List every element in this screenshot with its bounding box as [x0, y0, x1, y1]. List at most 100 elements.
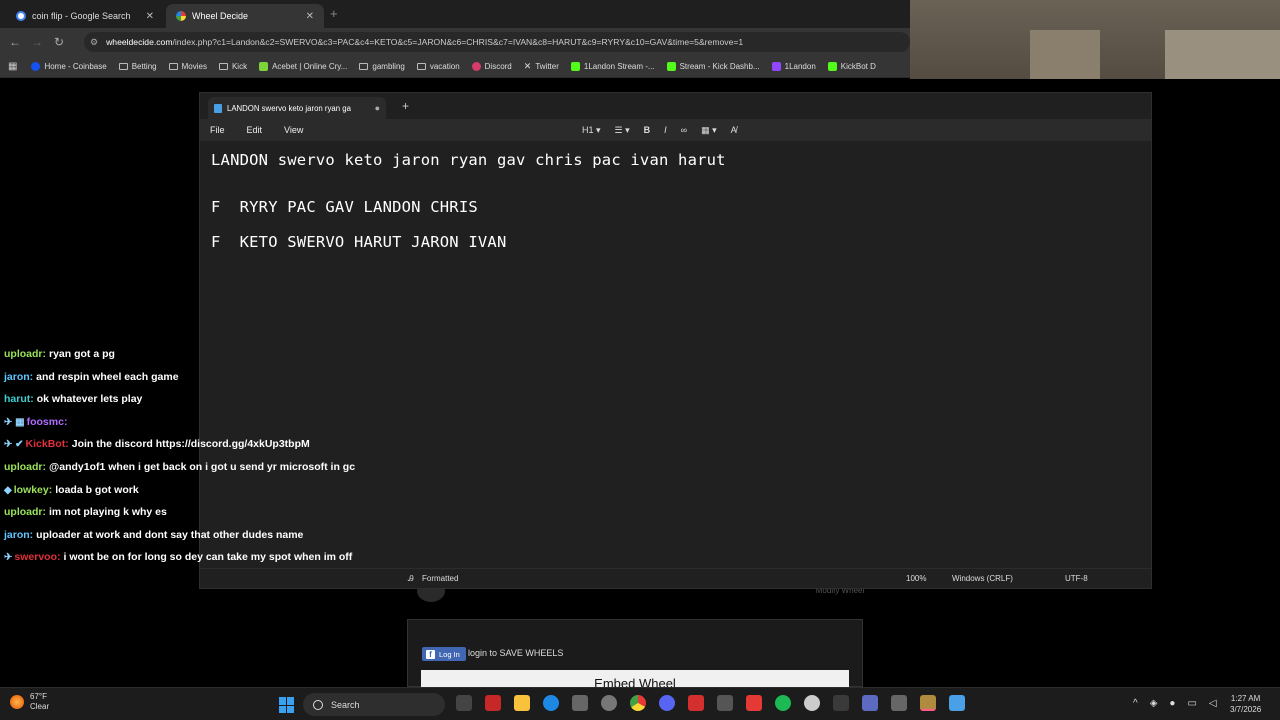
chat-username[interactable]: foosmc	[27, 416, 64, 428]
login-label: Log In	[439, 649, 460, 659]
x-icon: ✕	[523, 61, 532, 71]
bookmark-1landon-stream[interactable]: 1Landon Stream -...	[570, 62, 655, 71]
table-icon[interactable]: ▦ ▾	[701, 125, 717, 136]
chat-username[interactable]: KickBot	[26, 438, 66, 450]
bookmark-label: KickBot D	[840, 62, 876, 71]
discord-icon	[471, 62, 481, 71]
facebook-login-button[interactable]: f Log In	[422, 647, 466, 661]
start-button[interactable]	[279, 697, 295, 713]
chat-username[interactable]: jaron	[4, 529, 30, 541]
weather-widget[interactable]: 67°F Clear	[10, 692, 49, 712]
bookmark-kickbot[interactable]: KickBot D	[827, 62, 876, 71]
menu-view[interactable]: View	[284, 125, 303, 135]
app-blue-icon[interactable]	[862, 695, 878, 711]
bookmark-kick[interactable]: Kick	[218, 62, 247, 71]
bookmark-1landon[interactable]: 1Landon	[771, 62, 816, 71]
app-red2-icon[interactable]	[688, 695, 704, 711]
chat-overlay: uploadr: ryan got a pg jaron: and respin wh…	[4, 346, 384, 572]
chat-username[interactable]: harut	[4, 393, 30, 405]
bookmark-label: Twitter	[535, 62, 559, 71]
reload-icon[interactable]: ↻	[48, 35, 70, 49]
taskbar-clock[interactable]: 1:27 AM 3/7/2026	[1230, 693, 1261, 715]
bookmark-twitter[interactable]: ✕ Twitter	[524, 61, 559, 72]
notepad-new-tab-button[interactable]: +	[402, 99, 409, 113]
bookmark-acebet[interactable]: Acebet | Online Cry...	[259, 62, 347, 71]
steam-icon[interactable]	[804, 695, 820, 711]
task-view-icon[interactable]	[456, 695, 472, 711]
spotify-icon[interactable]	[775, 695, 791, 711]
close-icon[interactable]: ✕	[306, 11, 314, 22]
bookmark-gambling[interactable]: gambling	[359, 62, 405, 71]
store-icon[interactable]	[572, 695, 588, 711]
app-misc-icon[interactable]	[717, 695, 733, 711]
taskbar-search[interactable]: Search	[303, 693, 445, 716]
unsaved-dot-icon[interactable]: ●	[375, 103, 380, 113]
folder-icon	[416, 63, 426, 70]
chat-colon: :	[48, 483, 53, 496]
chat-colon: :	[57, 551, 61, 564]
bold-button[interactable]: B	[644, 125, 651, 135]
google-icon	[16, 11, 26, 21]
chat-username[interactable]: uploadr	[4, 348, 43, 360]
app-red-icon[interactable]	[485, 695, 501, 711]
display-icon[interactable]: ▭	[1187, 698, 1196, 709]
url-input[interactable]: ⚙ wheeldecide.com /index.php?c1=Landon&c…	[84, 32, 910, 52]
wheel-icon	[176, 11, 186, 21]
edge-icon[interactable]	[543, 695, 559, 711]
app-pink-icon[interactable]	[746, 695, 762, 711]
file-explorer-icon[interactable]	[514, 695, 530, 711]
weather-icon	[10, 695, 24, 709]
bookmark-kick-dashboard[interactable]: Stream - Kick Dashb...	[666, 62, 760, 71]
folder-icon	[168, 63, 178, 70]
chrome-icon[interactable]	[630, 695, 646, 711]
bookmark-coinbase[interactable]: Home - Coinbase	[31, 62, 107, 71]
notepad-format-toolbar: H1 ▾ ☰ ▾ B I ∞ ▦ ▾ A̸	[582, 119, 737, 141]
line-ending[interactable]: Windows (CRLF)	[952, 574, 1013, 583]
chat-username[interactable]: lowkey	[14, 484, 49, 496]
format-status[interactable]: Formatted	[422, 574, 458, 583]
heading-dropdown[interactable]: H1 ▾	[582, 125, 601, 136]
clear-format-icon[interactable]: A̸	[731, 125, 737, 135]
site-info-icon[interactable]: ⚙	[90, 37, 98, 48]
new-tab-button[interactable]: +	[330, 6, 338, 21]
bookmark-label: Stream - Kick Dashb...	[679, 62, 760, 71]
notepad-tab[interactable]: LANDON swervo keto jaron ryan ga ●	[208, 97, 386, 119]
chat-text: and respin wheel each game	[36, 370, 179, 383]
chat-username[interactable]: uploadr	[4, 461, 43, 473]
chat-badge-icon: ◆	[4, 484, 12, 496]
bookmark-betting[interactable]: Betting	[118, 62, 157, 71]
link-icon[interactable]: ∞	[681, 125, 687, 135]
italic-button[interactable]: I	[664, 125, 667, 135]
bookmark-movies[interactable]: Movies	[168, 62, 207, 71]
encoding[interactable]: UTF-8	[1065, 574, 1088, 583]
tab-coin-flip[interactable]: coin flip - Google Search ✕	[6, 4, 164, 28]
close-icon[interactable]: ✕	[146, 11, 154, 22]
volume-icon[interactable]: ◁	[1209, 698, 1217, 709]
settings-icon[interactable]	[601, 695, 617, 711]
chat-username[interactable]: jaron	[4, 371, 30, 383]
network-icon[interactable]: ◈	[1150, 698, 1158, 709]
menu-edit[interactable]: Edit	[247, 125, 263, 135]
zoom-level[interactable]: 100%	[906, 574, 926, 583]
list-icon[interactable]: ☰ ▾	[615, 125, 630, 136]
chat-text: @andy1of1 when i get back on i got u sen…	[49, 460, 356, 473]
chat-username[interactable]: uploadr	[4, 506, 43, 518]
folder-icon	[359, 63, 369, 70]
menu-file[interactable]: File	[210, 125, 225, 135]
apps-icon[interactable]: ▦	[8, 61, 17, 72]
forward-icon[interactable]: →	[26, 35, 48, 49]
chat-username[interactable]: swervoo	[14, 551, 57, 563]
discord-icon[interactable]	[659, 695, 675, 711]
league-icon[interactable]	[920, 695, 936, 711]
bookmark-vacation[interactable]: vacation	[416, 62, 460, 71]
tab-wheel-decide[interactable]: Wheel Decide ✕	[166, 4, 324, 28]
tray-overflow-icon[interactable]: ^	[1133, 698, 1138, 709]
folder-icon	[218, 63, 228, 70]
back-icon[interactable]: ←	[4, 35, 26, 49]
mic-icon[interactable]: ●	[1169, 698, 1175, 709]
kick-icon	[570, 62, 580, 71]
bookmark-discord[interactable]: Discord	[471, 62, 512, 71]
app-dark-icon[interactable]	[833, 695, 849, 711]
calculator-icon[interactable]	[891, 695, 907, 711]
notepad-taskbar-icon[interactable]	[949, 695, 965, 711]
